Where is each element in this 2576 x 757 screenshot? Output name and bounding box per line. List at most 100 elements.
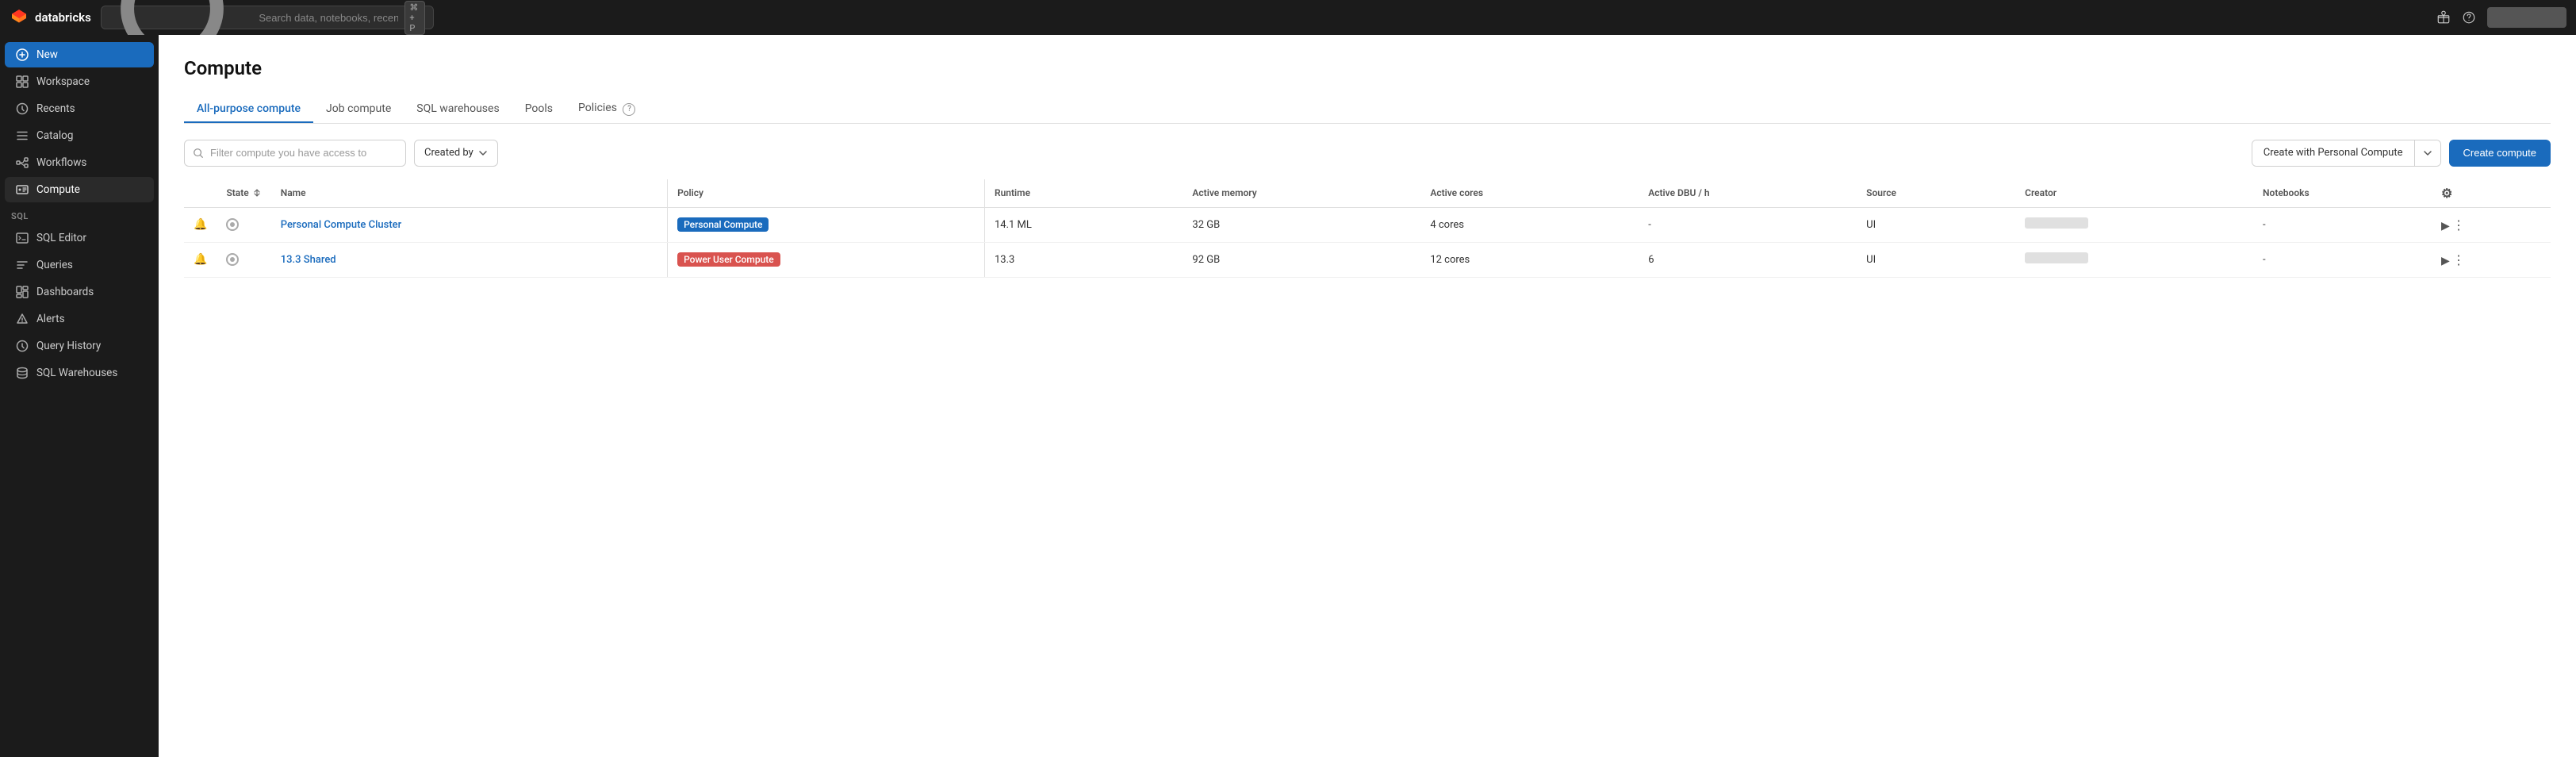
th-cores: Active cores (1420, 179, 1639, 208)
compute-search[interactable] (184, 140, 406, 167)
sql-section-label: SQL (0, 203, 159, 225)
table-settings-icon[interactable]: ⚙ (2441, 186, 2452, 201)
filter-input[interactable] (210, 147, 397, 159)
sidebar-item-queries[interactable]: Queries (5, 252, 154, 278)
sidebar-item-workspace[interactable]: Workspace (5, 69, 154, 94)
compute-table: State Name Policy Runtime (184, 179, 2551, 278)
page-title: Compute (184, 57, 2551, 79)
dbu-cell: - (1639, 207, 1857, 242)
sidebar-item-sql-warehouses[interactable]: SQL Warehouses (5, 360, 154, 386)
sql-warehouses-icon (16, 367, 29, 379)
cores-cell: 4 cores (1420, 207, 1639, 242)
help-icon[interactable] (2462, 10, 2476, 25)
tab-pools[interactable]: Pools (512, 96, 565, 123)
state-cell (217, 242, 270, 277)
top-navigation: databricks ⌘ + P (0, 0, 2576, 35)
notebooks-cell: - (2253, 242, 2432, 277)
th-notebooks: Notebooks (2253, 179, 2432, 208)
th-state[interactable]: State (217, 179, 270, 208)
th-policy: Policy (668, 179, 985, 208)
sidebar-item-compute[interactable]: Compute (5, 177, 154, 202)
created-by-filter[interactable]: Created by (414, 140, 498, 167)
notebooks-cell: - (2253, 207, 2432, 242)
bell-cell: 🔔 (184, 207, 217, 242)
create-compute-button[interactable]: Create compute (2449, 140, 2551, 167)
play-icon[interactable]: ▶ (2441, 255, 2450, 267)
gift-icon[interactable] (2436, 10, 2451, 25)
actions-cell: ▶ ⋮ (2432, 242, 2551, 277)
th-name: Name (271, 179, 668, 208)
create-dropdown-arrow[interactable] (2415, 140, 2440, 166)
state-sort[interactable]: State (226, 187, 261, 198)
create-personal-dropdown[interactable]: Create with Personal Compute (2252, 140, 2441, 167)
th-runtime: Runtime (984, 179, 1183, 208)
table-row: 🔔 13.3 Shared Power User Compute 13.3 92… (184, 242, 2551, 277)
compute-toolbar: Created by Create with Personal Compute … (184, 140, 2551, 167)
cluster-link[interactable]: Personal Compute Cluster (281, 219, 401, 231)
user-avatar[interactable] (2487, 7, 2566, 28)
sidebar: New Workspace Recents Catalog (0, 35, 159, 757)
global-search[interactable]: ⌘ + P (101, 6, 434, 29)
tab-policies[interactable]: Policies ? (565, 95, 648, 124)
plus-icon (16, 48, 29, 61)
compute-icon (16, 183, 29, 196)
actions-cell: ▶ ⋮ (2432, 207, 2551, 242)
sidebar-item-workflows[interactable]: Workflows (5, 150, 154, 175)
policy-cell: Power User Compute (668, 242, 985, 277)
topnav-actions (2436, 7, 2566, 28)
cluster-name-cell: 13.3 Shared (271, 242, 668, 277)
bell-icon[interactable]: 🔔 (194, 218, 207, 231)
policies-info-icon[interactable]: ? (623, 103, 635, 116)
workspace-icon (16, 75, 29, 88)
compute-tabs: All-purpose compute Job compute SQL ware… (184, 95, 2551, 124)
sidebar-item-alerts[interactable]: Alerts (5, 306, 154, 332)
cluster-name-cell: Personal Compute Cluster (271, 207, 668, 242)
bell-icon[interactable]: 🔔 (194, 253, 207, 266)
state-cell (217, 207, 270, 242)
creator-cell (2015, 207, 2253, 242)
dbu-cell: 6 (1639, 242, 1857, 277)
state-running-icon (226, 253, 239, 266)
memory-cell: 92 GB (1183, 242, 1420, 277)
sidebar-item-dashboards[interactable]: Dashboards (5, 279, 154, 305)
create-with-personal-compute-button[interactable]: Create with Personal Compute (2252, 140, 2415, 166)
source-cell: UI (1857, 242, 2015, 277)
cluster-link[interactable]: 13.3 Shared (281, 254, 336, 266)
dashboards-icon (16, 286, 29, 298)
sidebar-item-recents[interactable]: Recents (5, 96, 154, 121)
search-icon (193, 148, 204, 159)
tab-all-purpose[interactable]: All-purpose compute (184, 96, 313, 123)
workflows-icon (16, 156, 29, 169)
creator-cell (2015, 242, 2253, 277)
chevron-down-icon (2423, 148, 2432, 158)
more-actions-icon[interactable]: ⋮ (2452, 252, 2465, 267)
query-history-icon (16, 340, 29, 352)
search-input[interactable] (259, 12, 398, 24)
sidebar-item-catalog[interactable]: Catalog (5, 123, 154, 148)
sort-icon (252, 188, 262, 198)
play-icon[interactable]: ▶ (2441, 220, 2450, 232)
th-memory: Active memory (1183, 179, 1420, 208)
creator-blurred (2025, 252, 2088, 263)
policy-cell: Personal Compute (668, 207, 985, 242)
creator-blurred (2025, 217, 2088, 229)
th-bell (184, 179, 217, 208)
alerts-icon (16, 313, 29, 325)
search-shortcut: ⌘ + P (404, 1, 424, 35)
sidebar-item-sql-editor[interactable]: SQL Editor (5, 225, 154, 251)
runtime-cell: 14.1 ML (984, 207, 1183, 242)
tab-sql-warehouses[interactable]: SQL warehouses (404, 96, 512, 123)
app-logo[interactable]: databricks (10, 8, 91, 27)
sidebar-new-button[interactable]: New (5, 42, 154, 67)
sidebar-item-query-history[interactable]: Query History (5, 333, 154, 359)
th-dbu: Active DBU / h (1639, 179, 1857, 208)
bell-cell: 🔔 (184, 242, 217, 277)
policy-badge-power: Power User Compute (677, 252, 780, 267)
th-creator: Creator (2015, 179, 2253, 208)
tab-job-compute[interactable]: Job compute (313, 96, 404, 123)
more-actions-icon[interactable]: ⋮ (2452, 217, 2465, 232)
memory-cell: 32 GB (1183, 207, 1420, 242)
chevron-down-icon (478, 148, 488, 158)
th-source: Source (1857, 179, 2015, 208)
th-actions: ⚙ (2432, 179, 2551, 208)
